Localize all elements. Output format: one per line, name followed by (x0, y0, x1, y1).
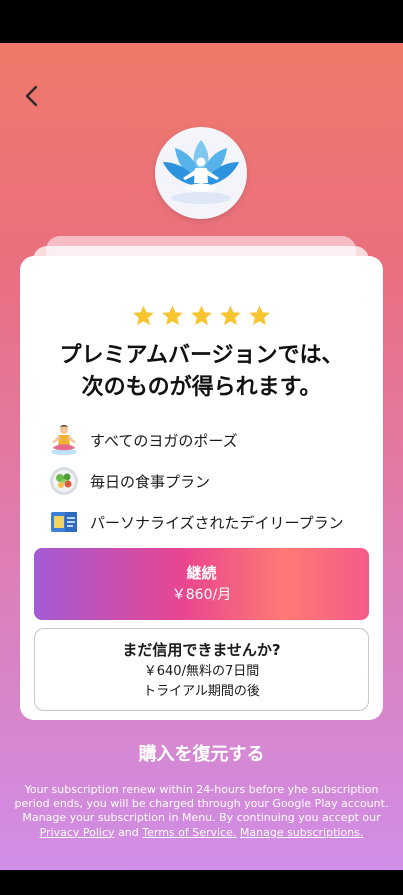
yoga-pose-icon (48, 424, 80, 456)
headline-line-1: プレミアムバージョンでは、 (59, 343, 344, 368)
star-icon (220, 305, 241, 326)
star-icon (133, 305, 154, 326)
salad-bowl-icon (48, 465, 80, 497)
star-icon (162, 305, 183, 326)
feature-item-yoga-poses: すべてのヨガのポーズ (48, 423, 238, 457)
continue-subscribe-button[interactable]: 継続 ￥860/月 (34, 548, 369, 620)
chevron-left-icon (25, 85, 38, 107)
privacy-policy-link[interactable]: Privacy Policy (40, 826, 115, 839)
premium-card: プレミアムバージョンでは、 次のものが得られます。 すべてのヨガのポーズ 毎日の… (20, 256, 383, 720)
free-trial-button[interactable]: まだ信用できませんか? ￥640/無料の7日間 トライアル期間の後 (34, 628, 369, 711)
legal-body: Your subscription renew within 24-hours … (14, 783, 389, 825)
legal-text: Your subscription renew within 24-hours … (14, 783, 389, 840)
navigation-bar (0, 870, 403, 895)
feature-item-meal-plan: 毎日の食事プラン (48, 464, 210, 498)
trial-button-title: まだ信用できませんか? (122, 640, 281, 659)
restore-purchase-link[interactable]: 購入を復元する (0, 740, 403, 766)
continue-button-title: 継続 (186, 564, 217, 582)
feature-label: 毎日の食事プラン (90, 472, 211, 491)
terms-of-service-link[interactable]: Terms of Service. (142, 826, 236, 839)
feature-item-daily-plan: パーソナライズされたデイリープラン (48, 505, 344, 539)
headline-line-2: 次のものが得られます。 (81, 375, 322, 400)
trial-button-note: トライアル期間の後 (143, 683, 260, 699)
continue-button-price: ￥860/月 (171, 587, 232, 603)
feature-label: パーソナライズされたデイリープラン (90, 513, 344, 532)
headline: プレミアムバージョンでは、 次のものが得られます。 (20, 340, 383, 404)
rating-stars (20, 304, 383, 327)
calendar-plan-icon (48, 506, 80, 538)
status-bar (0, 0, 403, 43)
app-logo (155, 127, 247, 219)
lotus-yoga-icon (163, 140, 239, 204)
back-button[interactable] (16, 80, 48, 112)
star-icon (249, 305, 270, 326)
feature-label: すべてのヨガのポーズ (90, 431, 238, 450)
legal-and: and (118, 825, 139, 839)
trial-button-price: ￥640/無料の7日間 (143, 663, 260, 679)
manage-subscriptions-link[interactable]: Manage subscriptions. (240, 826, 364, 839)
star-icon (191, 305, 212, 326)
